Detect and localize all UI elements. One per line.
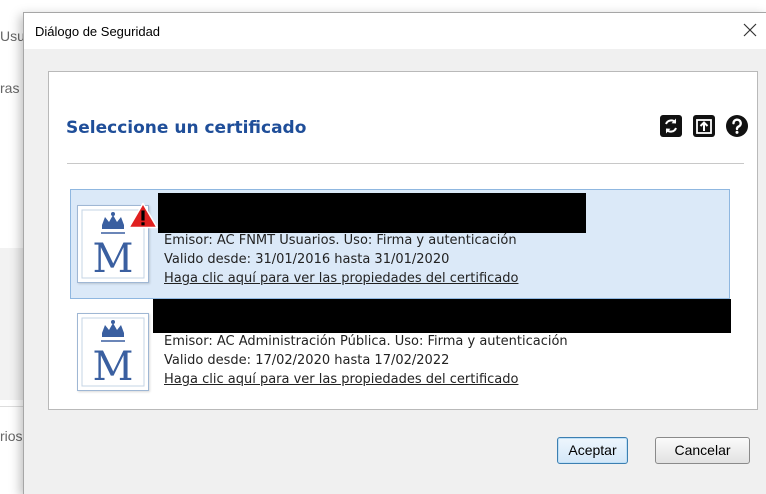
- heading-divider: [67, 163, 744, 164]
- certificate-issuer: Emisor: AC Administración Pública. Uso: …: [164, 334, 568, 349]
- background-text-fragment: rios: [0, 428, 23, 444]
- refresh-icon[interactable]: [659, 114, 683, 138]
- dialog-body: Seleccione un certificado M Emisor: AC F…: [24, 49, 766, 494]
- close-icon: [743, 23, 757, 37]
- warning-icon: [128, 202, 158, 229]
- page-title: Seleccione un certificado: [66, 118, 307, 138]
- certificate-properties-link[interactable]: Haga clic aquí para ver las propiedades …: [164, 271, 518, 286]
- accept-button[interactable]: Aceptar: [557, 437, 628, 464]
- certificate-item[interactable]: M Emisor: AC FNMT Usuarios. Uso: Firma y…: [70, 189, 730, 299]
- certificate-panel: Seleccione un certificado M Emisor: AC F…: [48, 71, 758, 410]
- certificate-properties-link[interactable]: Haga clic aquí para ver las propiedades …: [164, 372, 518, 387]
- background-text-fragment: ras: [0, 80, 20, 96]
- background-text-fragment: Usu: [0, 28, 25, 44]
- redacted-certificate-name: [158, 193, 586, 233]
- help-icon[interactable]: [725, 114, 749, 138]
- certificate-validity: Valido desde: 17/02/2020 hasta 17/02/202…: [164, 353, 450, 368]
- certificate-validity: Valido desde: 31/01/2016 hasta 31/01/202…: [164, 252, 450, 267]
- certificate-issuer: Emisor: AC FNMT Usuarios. Uso: Firma y a…: [164, 233, 517, 248]
- dialog-titlebar[interactable]: Diálogo de Seguridad: [24, 13, 766, 49]
- svg-text:M: M: [93, 344, 134, 390]
- panel-toolbar: [659, 114, 749, 138]
- background-divider: [0, 406, 24, 407]
- background-panel: [0, 248, 24, 400]
- certificate-emblem-icon: M: [77, 313, 149, 391]
- certificate-item[interactable]: M Emisor: AC Administración Pública. Uso…: [70, 299, 731, 412]
- svg-text:M: M: [93, 236, 134, 282]
- redacted-certificate-name: [153, 299, 731, 333]
- security-dialog: Diálogo de Seguridad Seleccione un certi…: [23, 12, 766, 494]
- close-button[interactable]: [735, 17, 765, 45]
- import-icon[interactable]: [692, 114, 716, 138]
- cancel-button[interactable]: Cancelar: [655, 437, 750, 464]
- dialog-title: Diálogo de Seguridad: [35, 24, 161, 39]
